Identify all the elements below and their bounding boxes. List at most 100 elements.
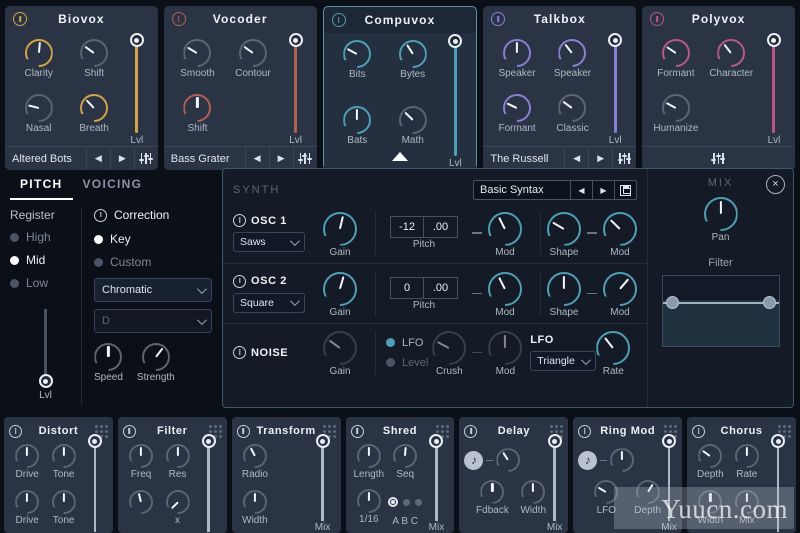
module-talkbox[interactable]: Talkbox Speaker Speaker Formant Classic Lvl Th… bbox=[483, 6, 637, 170]
power-icon[interactable] bbox=[491, 12, 506, 26]
knob[interactable] bbox=[488, 211, 522, 246]
preset-prev-button[interactable]: ◀ bbox=[564, 147, 588, 170]
knob[interactable] bbox=[610, 448, 635, 473]
fx-transform[interactable]: Transform Radio Width Mix bbox=[231, 417, 341, 533]
knob[interactable] bbox=[15, 490, 40, 514]
knob[interactable] bbox=[393, 444, 418, 468]
knob[interactable] bbox=[242, 490, 267, 514]
knob[interactable] bbox=[480, 479, 505, 504]
knob[interactable] bbox=[703, 197, 738, 231]
register-option-high[interactable]: High bbox=[10, 230, 81, 244]
fx-delay[interactable]: Delay ♪ Fdback Width Mix bbox=[459, 417, 569, 533]
knob[interactable] bbox=[398, 106, 427, 134]
knob[interactable] bbox=[503, 39, 532, 67]
power-icon[interactable] bbox=[578, 424, 592, 438]
knob[interactable] bbox=[183, 39, 212, 67]
knob[interactable] bbox=[603, 272, 637, 306]
fx-shred[interactable]: Shred Length Seq 1/16 A B C Mix bbox=[345, 417, 455, 533]
knob[interactable] bbox=[51, 490, 76, 514]
scale-select[interactable]: Chromatic bbox=[94, 278, 212, 302]
pitch-semitone-field[interactable]: -12 bbox=[390, 216, 424, 238]
knob[interactable] bbox=[343, 106, 372, 134]
power-icon[interactable] bbox=[692, 424, 706, 438]
knob[interactable] bbox=[356, 489, 381, 513]
tab-pitch[interactable]: PITCH bbox=[10, 170, 73, 200]
fx-mix-slider[interactable] bbox=[196, 434, 222, 533]
knob[interactable] bbox=[183, 94, 212, 122]
fx-mix-slider[interactable] bbox=[82, 434, 108, 533]
slider-handle[interactable] bbox=[38, 374, 53, 388]
knob[interactable] bbox=[15, 444, 40, 468]
knob[interactable] bbox=[558, 94, 587, 122]
preset-prev-button[interactable]: ◀ bbox=[570, 181, 592, 199]
fx-distort[interactable]: Distort Drive Tone Drive Tone bbox=[4, 417, 113, 533]
waveform-select[interactable]: Saws bbox=[233, 232, 305, 252]
note-icon[interactable]: ♪ bbox=[464, 450, 484, 470]
preset-save-button[interactable] bbox=[614, 181, 636, 199]
register-option-low[interactable]: Low bbox=[10, 276, 81, 290]
info-icon[interactable] bbox=[233, 346, 246, 359]
module-settings-button[interactable] bbox=[612, 147, 636, 170]
knob[interactable] bbox=[558, 39, 587, 67]
power-icon[interactable] bbox=[650, 12, 665, 26]
pitch-level-slider[interactable]: Lvl bbox=[10, 299, 81, 405]
pitch-cents-field[interactable]: .00 bbox=[424, 276, 458, 299]
knob[interactable] bbox=[488, 331, 523, 365]
synth-preset-name[interactable]: Basic Syntax bbox=[474, 181, 570, 199]
knob[interactable] bbox=[80, 94, 109, 122]
fx-mix-slider[interactable]: Mix bbox=[423, 434, 449, 533]
collapse-triangle-icon[interactable] bbox=[391, 152, 408, 161]
power-icon[interactable] bbox=[9, 424, 22, 438]
filter-handle-low[interactable] bbox=[665, 296, 679, 309]
knob[interactable] bbox=[398, 40, 427, 68]
correction-option-key[interactable]: Key bbox=[94, 232, 212, 246]
module-compuvox[interactable]: Compuvox Bits Bytes Bats Math Lvl bbox=[322, 6, 478, 170]
knob[interactable] bbox=[94, 343, 123, 371]
knob[interactable] bbox=[129, 490, 154, 514]
pan-control[interactable]: Pan bbox=[658, 197, 783, 243]
module-settings-button[interactable] bbox=[292, 147, 317, 170]
module-level-slider[interactable]: Lvl bbox=[281, 33, 311, 146]
module-polyvox[interactable]: Polyvox Formant Character Humanize Lvl bbox=[642, 6, 795, 170]
knob[interactable] bbox=[80, 39, 109, 67]
power-icon[interactable] bbox=[464, 424, 478, 438]
knob[interactable] bbox=[51, 444, 76, 468]
knob[interactable] bbox=[661, 94, 690, 122]
knob[interactable] bbox=[165, 490, 190, 514]
root-note-select[interactable]: D bbox=[94, 309, 212, 333]
knob[interactable] bbox=[323, 272, 357, 306]
fx-mix-slider[interactable]: Mix bbox=[546, 434, 563, 533]
module-level-slider[interactable]: Lvl bbox=[759, 33, 789, 146]
register-option-mid[interactable]: Mid bbox=[10, 253, 81, 267]
knob[interactable] bbox=[698, 444, 723, 468]
preset-next-button[interactable]: ▶ bbox=[588, 147, 612, 170]
module-preset-name[interactable]: Altered Bots bbox=[5, 153, 86, 165]
module-settings-button[interactable] bbox=[133, 147, 158, 170]
knob[interactable] bbox=[24, 94, 53, 122]
tab-voicing[interactable]: VOICING bbox=[73, 170, 153, 200]
power-icon[interactable] bbox=[236, 424, 250, 438]
knob[interactable] bbox=[238, 39, 267, 67]
module-preset-name[interactable]: Bass Grater bbox=[164, 153, 245, 165]
knob[interactable] bbox=[323, 331, 357, 365]
preset-next-button[interactable]: ▶ bbox=[592, 181, 614, 199]
knob[interactable] bbox=[603, 211, 637, 246]
noise-option-level[interactable]: Level bbox=[386, 357, 428, 369]
knob[interactable] bbox=[488, 272, 522, 306]
close-button[interactable]: × bbox=[766, 175, 785, 194]
pitch-cents-field[interactable]: .00 bbox=[424, 216, 458, 238]
fx-mix-slider[interactable]: Mix bbox=[310, 434, 336, 533]
correction-option-custom[interactable]: Custom bbox=[94, 255, 212, 269]
abc-radio-a[interactable] bbox=[388, 497, 399, 507]
module-settings-button[interactable] bbox=[642, 153, 795, 164]
abc-radio-b[interactable] bbox=[403, 498, 411, 506]
power-icon[interactable] bbox=[122, 424, 136, 438]
lfo-waveform-select[interactable]: Triangle bbox=[530, 351, 597, 371]
info-icon[interactable] bbox=[233, 214, 246, 227]
module-level-slider[interactable]: Lvl bbox=[440, 34, 470, 169]
knob[interactable] bbox=[141, 343, 170, 371]
knob[interactable] bbox=[242, 444, 267, 468]
knob[interactable] bbox=[547, 272, 581, 306]
knob[interactable] bbox=[717, 39, 746, 67]
module-level-slider[interactable]: Lvl bbox=[122, 33, 152, 146]
